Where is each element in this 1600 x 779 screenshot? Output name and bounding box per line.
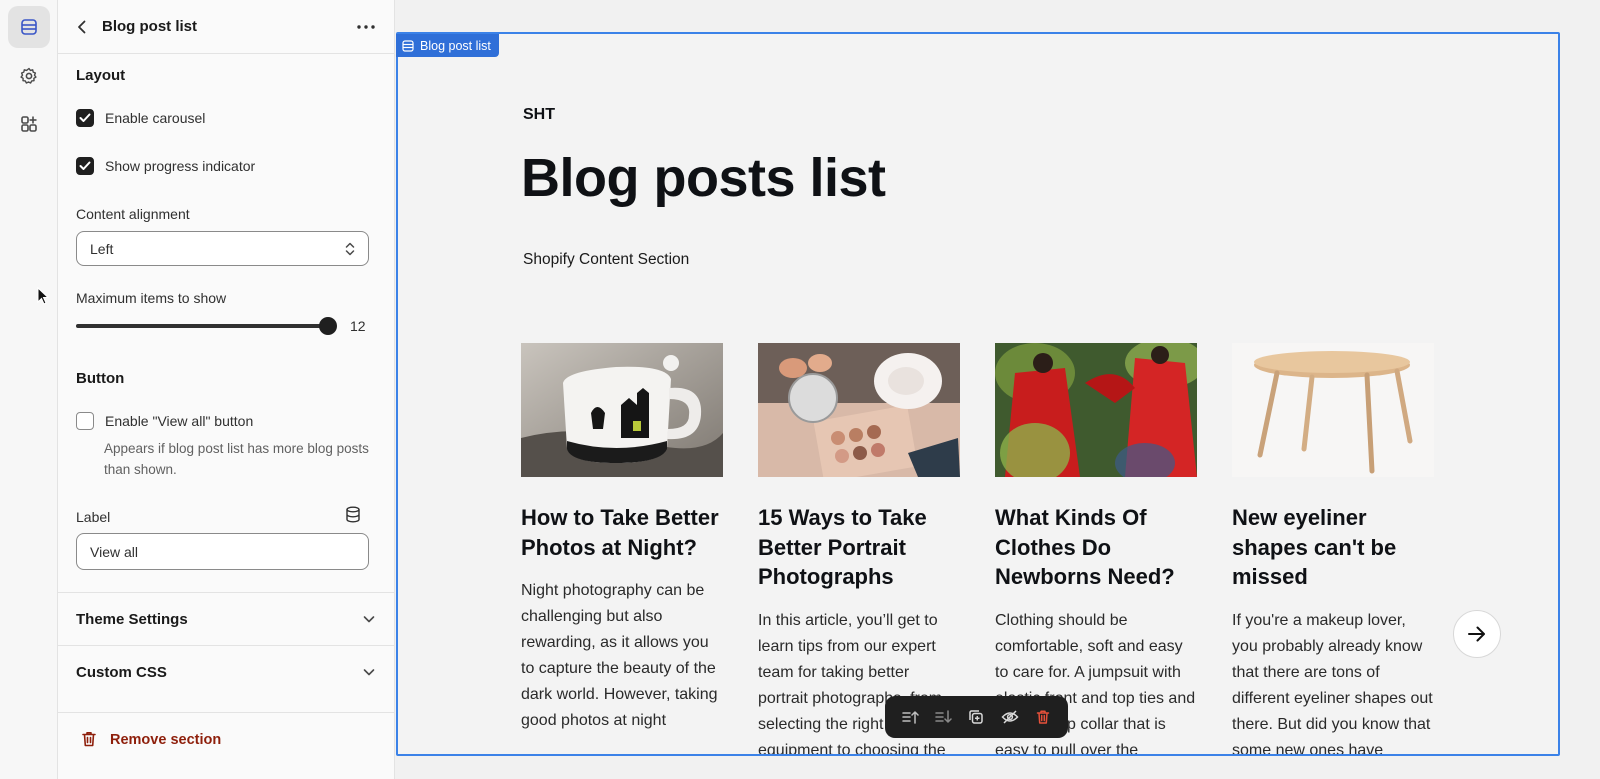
- layout-heading: Layout: [76, 67, 126, 84]
- checkbox-box[interactable]: [76, 412, 94, 430]
- database-icon[interactable]: [345, 506, 361, 523]
- chevron-updown-icon: [345, 242, 355, 256]
- delete-icon: [1037, 710, 1050, 724]
- hide-icon: [1001, 710, 1019, 724]
- custom-css-accordion[interactable]: Custom CSS: [58, 645, 394, 698]
- arrow-right-icon: [1468, 626, 1485, 642]
- remove-section-button[interactable]: Remove section: [58, 712, 394, 779]
- view-all-checkbox[interactable]: Enable "View all" button: [76, 412, 253, 430]
- section-subheading: SHT: [523, 106, 555, 123]
- duplicate-icon: [969, 710, 984, 724]
- move-up-icon: [901, 711, 919, 724]
- theme-settings-accordion[interactable]: Theme Settings: [58, 592, 394, 645]
- sections-icon: [21, 19, 37, 35]
- preview-section[interactable]: SHT Blog posts list Shopify Content Sect…: [396, 32, 1560, 756]
- accordion-label: Theme Settings: [76, 611, 188, 628]
- accordion-label: Custom CSS: [76, 664, 167, 681]
- check-icon: [79, 161, 91, 170]
- panel-title: Blog post list: [102, 18, 197, 35]
- panel-header: Blog post list: [58, 0, 394, 54]
- section-toolbar: [885, 696, 1068, 738]
- checkbox-box[interactable]: [76, 157, 94, 175]
- hide-button[interactable]: [997, 704, 1023, 730]
- checkbox-label: Enable "View all" button: [105, 413, 254, 429]
- carousel-next-button[interactable]: [1453, 610, 1501, 658]
- section-title: Blog posts list: [521, 148, 886, 208]
- settings-button[interactable]: [8, 55, 50, 97]
- blog-card[interactable]: 15 Ways to Take Better Portrait Photogra…: [758, 343, 960, 754]
- move-up-button[interactable]: [897, 704, 923, 730]
- left-rail: [0, 0, 58, 779]
- blog-card[interactable]: What Kinds Of Clothes Do Newborns Need? …: [995, 343, 1197, 754]
- alignment-select[interactable]: Left: [76, 231, 369, 266]
- section-description: Shopify Content Section: [523, 251, 690, 268]
- blog-card-title[interactable]: How to Take Better Photos at Night?: [521, 503, 723, 562]
- delete-button[interactable]: [1030, 704, 1056, 730]
- apps-icon: [21, 116, 37, 132]
- input-value: View all: [90, 543, 138, 560]
- checkbox-box[interactable]: [76, 109, 94, 127]
- label-field-label: Label: [76, 509, 111, 525]
- chevron-down-icon: [363, 669, 375, 676]
- apps-button[interactable]: [8, 103, 50, 145]
- button-heading: Button: [76, 370, 125, 387]
- move-down-button[interactable]: [930, 704, 956, 730]
- settings-panel: Blog post list Layout Enable carousel Sh…: [58, 0, 395, 779]
- max-items-slider-thumb[interactable]: [319, 317, 337, 335]
- blog-card[interactable]: How to Take Better Photos at Night? Nigh…: [521, 343, 723, 734]
- blog-card-image[interactable]: [995, 343, 1197, 477]
- checkbox-label: Show progress indicator: [105, 158, 256, 174]
- blog-card-excerpt: Night photography can be challenging but…: [521, 582, 718, 729]
- blog-card[interactable]: New eyeliner shapes can't be missed If y…: [1232, 343, 1434, 756]
- blog-card-image[interactable]: [521, 343, 723, 477]
- sections-icon: [402, 39, 414, 52]
- duplicate-button[interactable]: [963, 704, 989, 730]
- blog-card-image[interactable]: [1232, 343, 1434, 477]
- blog-card-image[interactable]: [758, 343, 960, 477]
- trash-icon: [82, 732, 96, 747]
- blog-card-title[interactable]: New eyeliner shapes can't be missed: [1232, 503, 1434, 592]
- max-items-value: 12: [350, 318, 366, 334]
- max-items-label: Maximum items to show: [76, 290, 227, 306]
- check-icon: [79, 113, 91, 122]
- checkbox-label: Enable carousel: [105, 110, 206, 126]
- section-tag-label: Blog post list: [420, 38, 491, 53]
- sections-button[interactable]: [8, 6, 50, 48]
- show-progress-checkbox[interactable]: Show progress indicator: [76, 157, 255, 175]
- blog-card-excerpt: If you're a makeup lover, you probably a…: [1232, 611, 1433, 756]
- max-items-slider-track[interactable]: [76, 324, 329, 328]
- more-icon: [357, 25, 375, 29]
- blog-card-title[interactable]: 15 Ways to Take Better Portrait Photogra…: [758, 503, 960, 592]
- gear-icon: [20, 67, 37, 84]
- chevron-down-icon: [363, 616, 375, 623]
- select-value: Left: [90, 240, 114, 257]
- label-input[interactable]: View all: [76, 533, 369, 570]
- move-down-icon: [935, 710, 952, 723]
- remove-section-label: Remove section: [110, 732, 222, 748]
- enable-carousel-checkbox[interactable]: Enable carousel: [76, 109, 205, 127]
- mouse-cursor-icon: [37, 287, 50, 305]
- back-button[interactable]: [72, 17, 92, 37]
- back-icon: [78, 20, 86, 34]
- blog-card-title[interactable]: What Kinds Of Clothes Do Newborns Need?: [995, 503, 1197, 592]
- more-actions-button[interactable]: [354, 16, 378, 38]
- alignment-label: Content alignment: [76, 206, 190, 222]
- section-tag[interactable]: Blog post list: [396, 34, 499, 57]
- view-all-help-text: Appears if blog post list has more blog …: [104, 441, 369, 477]
